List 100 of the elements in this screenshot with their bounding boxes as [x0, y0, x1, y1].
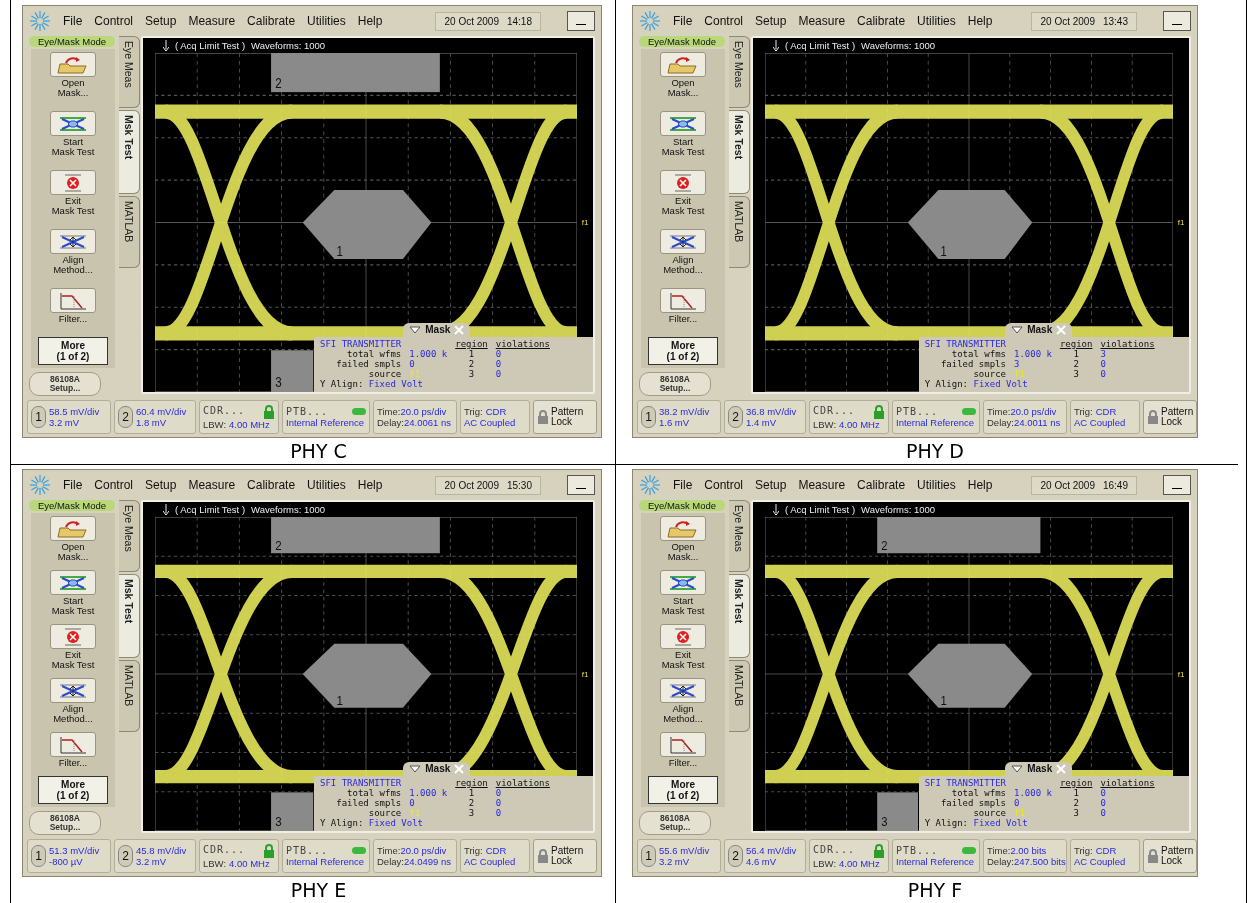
menu-item[interactable]: Setup [755, 478, 787, 492]
menu-item[interactable]: Utilities [307, 14, 346, 28]
padlock-icon [537, 849, 549, 863]
more-button[interactable]: More (1 of 2) [38, 776, 108, 804]
trigger-readout[interactable]: Trig: CDR AC Coupled [460, 400, 530, 434]
menu-item[interactable]: Setup [145, 478, 177, 492]
menu-item[interactable]: Help [357, 478, 383, 492]
menu-item[interactable]: Utilities [307, 478, 346, 492]
pattern-lock-button[interactable]: Pattern Lock [1143, 839, 1198, 873]
setup-button[interactable]: 86108A Setup... [29, 811, 101, 835]
tool-button[interactable] [660, 678, 706, 703]
menu-item[interactable]: Measure [188, 478, 236, 492]
cdr-readout[interactable]: CDR... LBW: 4.00 MHz [199, 400, 279, 434]
menu-item[interactable]: Setup [145, 14, 177, 28]
menu-item[interactable]: Calibrate [857, 478, 906, 492]
more-button[interactable]: More (1 of 2) [648, 776, 718, 804]
ptb-readout[interactable]: PTB... Internal Reference [282, 400, 370, 434]
mask-panel-tab[interactable]: Mask [403, 323, 471, 337]
tool-button[interactable] [50, 624, 96, 649]
pattern-lock-button[interactable]: Pattern Lock [533, 400, 597, 434]
ptb-readout[interactable]: PTB... Internal Reference [282, 839, 370, 873]
side-tab[interactable]: MATLAB [119, 196, 140, 268]
side-tab[interactable]: Msk Test [119, 110, 140, 194]
ptb-readout[interactable]: PTB... Internal Reference [892, 400, 980, 434]
side-tab[interactable]: Msk Test [119, 574, 140, 658]
menu-item[interactable]: Measure [188, 14, 236, 28]
menu-item[interactable]: Calibrate [247, 478, 296, 492]
side-tab[interactable]: Eye Meas [119, 36, 140, 108]
more-button[interactable]: More (1 of 2) [648, 337, 718, 365]
side-tab[interactable]: Msk Test [729, 574, 750, 658]
tool-button[interactable] [660, 170, 706, 195]
menu-item[interactable]: Control [704, 478, 744, 492]
tool-button[interactable] [660, 624, 706, 649]
minimize-button[interactable] [1163, 475, 1191, 495]
trigger-readout[interactable]: Trig: CDR AC Coupled [460, 839, 530, 873]
menu-item[interactable]: Help [967, 478, 993, 492]
timebase-readout[interactable]: Time:20.0 ps/div Delay:24.0011 ns [983, 400, 1067, 434]
menu-item[interactable]: Calibrate [857, 14, 906, 28]
tool-button[interactable] [660, 732, 706, 757]
tool-button[interactable] [50, 678, 96, 703]
timebase-readout[interactable]: Time:20.0 ps/div Delay:24.0061 ns [373, 400, 457, 434]
tool-button[interactable] [50, 570, 96, 595]
tool-button[interactable] [660, 229, 706, 254]
menu-item[interactable]: Measure [798, 14, 846, 28]
menu-item[interactable]: Utilities [917, 478, 956, 492]
side-tab[interactable]: MATLAB [119, 660, 140, 732]
trigger-readout[interactable]: Trig: CDR AC Coupled [1070, 400, 1140, 434]
tool-button[interactable] [50, 288, 96, 313]
minimize-button[interactable] [567, 11, 595, 31]
menu-item[interactable]: File [673, 478, 693, 492]
menu-item[interactable]: Control [94, 478, 134, 492]
setup-button[interactable]: 86108A Setup... [639, 372, 711, 396]
tool-button[interactable] [50, 111, 96, 136]
trigger-readout[interactable]: Trig: CDR AC Coupled [1070, 839, 1140, 873]
side-tab[interactable]: Eye Meas [729, 36, 750, 108]
cdr-readout[interactable]: CDR... LBW: 4.00 MHz [199, 839, 279, 873]
cdr-readout[interactable]: CDR... LBW: 4.00 MHz [809, 839, 889, 873]
menu-item[interactable]: Help [357, 14, 383, 28]
menu-item[interactable]: Setup [755, 14, 787, 28]
tool-button[interactable] [50, 229, 96, 254]
menu-item[interactable]: Control [94, 14, 134, 28]
setup-button[interactable]: 86108A Setup... [29, 372, 101, 396]
menu-item[interactable]: File [63, 14, 83, 28]
trigger-source: CDR [1095, 406, 1117, 417]
menu-item[interactable]: Calibrate [247, 14, 296, 28]
tool-button[interactable] [660, 288, 706, 313]
tool-button[interactable] [660, 516, 706, 541]
menu-item[interactable]: Utilities [917, 14, 956, 28]
tool-button[interactable] [660, 570, 706, 595]
tool-button[interactable] [660, 111, 706, 136]
menu-item[interactable]: Control [704, 14, 744, 28]
menu-item[interactable]: File [673, 14, 693, 28]
tool-button[interactable] [50, 516, 96, 541]
minimize-button[interactable] [1163, 11, 1191, 31]
pattern-lock-button[interactable]: Pattern Lock [1143, 400, 1198, 434]
side-tab[interactable]: Eye Meas [119, 500, 140, 572]
setup-button[interactable]: 86108A Setup... [639, 811, 711, 835]
side-tab[interactable]: Eye Meas [729, 500, 750, 572]
tool-button[interactable] [50, 170, 96, 195]
ptb-readout[interactable]: PTB... Internal Reference [892, 839, 980, 873]
padlock-icon [873, 404, 885, 419]
menu-item[interactable]: Help [967, 14, 993, 28]
timebase-readout[interactable]: Time:2.00 bits Delay:247.500 bits [983, 839, 1067, 873]
more-button[interactable]: More (1 of 2) [38, 337, 108, 365]
timebase-readout[interactable]: Time:20.0 ps/div Delay:24.0499 ns [373, 839, 457, 873]
region-number: 2 [467, 359, 476, 369]
mask-panel-tab[interactable]: Mask [403, 762, 471, 776]
pattern-lock-button[interactable]: Pattern Lock [533, 839, 597, 873]
side-tab[interactable]: MATLAB [729, 660, 750, 732]
menu-item[interactable]: File [63, 478, 83, 492]
mask-panel-tab[interactable]: Mask [1005, 323, 1073, 337]
mask-panel-tab[interactable]: Mask [1005, 762, 1073, 776]
tool-button[interactable] [660, 52, 706, 77]
side-tab[interactable]: Msk Test [729, 110, 750, 194]
cdr-readout[interactable]: CDR... LBW: 4.00 MHz [809, 400, 889, 434]
minimize-button[interactable] [567, 475, 595, 495]
side-tab[interactable]: MATLAB [729, 196, 750, 268]
tool-button[interactable] [50, 52, 96, 77]
tool-button[interactable] [50, 732, 96, 757]
menu-item[interactable]: Measure [798, 478, 846, 492]
